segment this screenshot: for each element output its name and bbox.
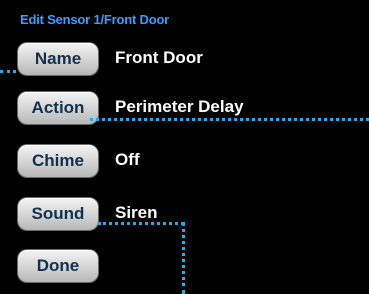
action-button[interactable]: Action bbox=[18, 92, 98, 124]
name-callout-line bbox=[0, 70, 16, 73]
action-value: Perimeter Delay bbox=[115, 97, 244, 116]
chime-button[interactable]: Chime bbox=[18, 145, 98, 177]
sound-callout-line-vertical bbox=[182, 222, 185, 294]
name-button[interactable]: Name bbox=[18, 43, 98, 75]
chime-value: Off bbox=[115, 150, 140, 169]
sound-value: Siren bbox=[115, 203, 158, 222]
edit-sensor-screen: Edit Sensor 1/Front Door Name Front Door… bbox=[0, 0, 369, 294]
action-callout-line bbox=[90, 118, 369, 121]
name-value: Front Door bbox=[115, 48, 203, 67]
sound-callout-line-horizontal bbox=[98, 222, 184, 225]
done-button[interactable]: Done bbox=[18, 250, 98, 282]
screen-title: Edit Sensor 1/Front Door bbox=[20, 12, 170, 27]
sound-button[interactable]: Sound bbox=[18, 198, 98, 230]
